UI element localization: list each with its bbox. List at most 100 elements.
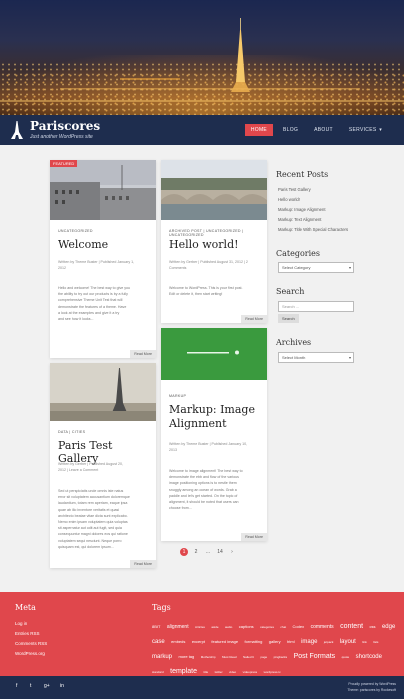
excerpt-line: choose from... [169,506,192,511]
tag-link[interactable]: video [229,670,236,674]
post-meta-line: 2012 [58,266,66,270]
tag-link[interactable]: categories [260,625,274,629]
tag-link[interactable]: embeds [171,639,185,644]
post-title-line: Markup: Image [169,403,255,416]
twitter-icon[interactable]: t [30,683,31,689]
meta-link[interactable]: Comments RSS [15,641,47,646]
meta-link[interactable]: Entries RSS [15,631,40,636]
meta-link[interactable]: Log in [15,621,27,626]
next-page-icon[interactable]: › [228,549,236,555]
recent-post-link[interactable]: Hello world! [278,197,300,202]
meta-link[interactable]: WordPress.org [15,651,45,656]
tag-link[interactable]: quote [342,655,350,659]
linkedin-icon[interactable]: in [60,683,64,689]
tag-link[interactable]: Articles [195,625,205,629]
post-excerpt: Sed ut perspiciatis unde omnis iste natu… [58,488,150,550]
post-thumbnail[interactable] [161,160,267,220]
tag-link[interactable]: videopress [243,670,258,674]
tag-link[interactable]: markup [152,654,172,660]
tag-link[interactable]: twitter [215,670,223,674]
tag-link[interactable]: captions [239,624,254,629]
archives-select-value: Select Month [282,355,306,360]
tag-link[interactable]: content [340,623,363,630]
recent-post-link[interactable]: Markup: Text Alignment [278,217,321,222]
post-excerpt: Hello and welcome! The best way to give … [58,285,150,322]
tag-link[interactable]: lists [373,640,378,644]
tag-link[interactable]: html [287,639,295,644]
tag-link[interactable]: Nailed It [243,655,254,659]
excerpt-line: quisquam est, qui dolorem ipsum... [58,544,114,549]
read-more-button[interactable]: Read More [130,350,156,358]
tag-link[interactable]: audio [225,625,232,629]
tag-link[interactable]: aside [211,625,218,629]
tag-link[interactable]: css [370,624,376,629]
tag-link[interactable]: wordpress.tv [264,670,281,674]
post-excerpt: Welcome to WordPress. This is your first… [169,285,261,297]
tag-link[interactable]: more tag [178,654,194,659]
pagination: 1 2 ... 14 › [180,548,236,556]
tag-link[interactable]: formatting [245,639,263,644]
tag-link[interactable]: Post Formats [294,653,336,660]
tag-link[interactable]: layout [340,639,356,645]
page-14[interactable]: 14 [216,549,224,555]
site-title[interactable]: Pariscores [30,119,100,133]
nav-services-label: SERVICES [348,127,377,133]
search-input[interactable]: Search ... [278,301,354,312]
nav-about[interactable]: ABOUT [308,124,339,136]
tag-link[interactable]: template [170,668,197,675]
tag-link[interactable]: page [260,655,267,659]
archives-select[interactable]: Select Month ▾ [278,352,354,363]
tag-link[interactable]: title [203,670,208,674]
post-meta-line: 2012 | Leave a Comment [58,468,99,472]
read-more-button[interactable]: Read More [241,315,267,323]
credit-line[interactable]: Proudly powered by WordPress [348,682,396,686]
facebook-icon[interactable]: f [16,683,17,689]
tag-link[interactable]: jetpack [324,640,334,644]
nav-home[interactable]: HOME [244,124,274,136]
page-2[interactable]: 2 [192,549,200,555]
post-category[interactable]: UNCATEGORIZED [58,229,93,233]
tag-link[interactable]: Codex [293,624,305,629]
tag-link[interactable]: image [301,639,317,645]
recent-post-link[interactable]: Markup: Title With Special Characters [278,227,348,232]
post-category[interactable]: DATA | CITIES [58,430,85,434]
post-card-image-alignment: MARKUP Markup: Image Alignment Written b… [161,328,267,541]
post-thumbnail[interactable] [161,328,267,380]
credit-line[interactable]: Theme: pariscores by Rockesoft [347,688,396,692]
read-more-button[interactable]: Read More [130,560,156,568]
site-tagline: Just another WordPress site [30,134,93,140]
tag-link[interactable]: alignment [167,624,189,630]
post-category[interactable]: ARCHIVED POST | UNCATEGORIZED | UNCATEGO… [169,229,267,237]
page-1[interactable]: 1 [180,548,188,556]
tag-link[interactable]: standard [152,670,164,674]
recent-post-link[interactable]: Markup: Image Alignment [278,207,325,212]
recent-post-link[interactable]: Paris Test Gallery [278,187,311,192]
categories-select[interactable]: Select Category ▾ [278,262,354,273]
excerpt-line: Edit or delete it, then start writing! [169,292,223,297]
tag-link[interactable]: 8BIT [152,624,160,629]
tag-link[interactable]: shortcode [356,654,382,660]
post-thumbnail[interactable] [50,363,156,421]
eiffel-logo-icon[interactable] [8,120,26,140]
nav-blog[interactable]: BLOG [277,124,304,136]
post-title[interactable]: Hello world! [169,238,239,251]
tag-link[interactable]: pingbacks [274,655,288,659]
tag-link[interactable]: comments [311,624,334,630]
post-thumbnail[interactable] [50,160,156,220]
google-plus-icon[interactable]: g+ [44,683,50,689]
tag-link[interactable]: Mothership [201,655,216,659]
post-category[interactable]: MARKUP [169,394,186,398]
post-card-hello-world: ARCHIVED POST | UNCATEGORIZED | UNCATEGO… [161,160,267,323]
meta-title: Meta [15,603,36,612]
tag-link[interactable]: gallery [269,639,281,644]
tag-link[interactable]: chat [280,625,286,629]
tag-link[interactable]: link [362,640,367,644]
read-more-button[interactable]: Read More [241,533,267,541]
tag-link[interactable]: excerpt [192,639,205,644]
tag-link[interactable]: Must Read [222,655,237,659]
nav-services[interactable]: SERVICES ▾ [343,124,388,136]
post-title[interactable]: Welcome [58,238,108,251]
tag-link[interactable]: featured image [211,639,238,644]
search-button[interactable]: Search [278,314,299,323]
post-title[interactable]: Markup: Image Alignment [169,403,255,431]
